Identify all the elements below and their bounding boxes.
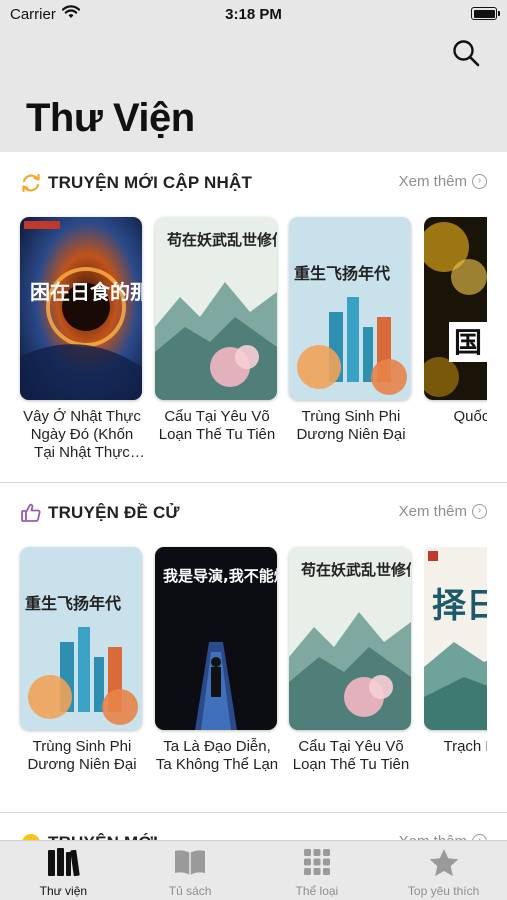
- svg-text:我是导演,我不能烂: 我是导演,我不能烂: [163, 567, 277, 585]
- svg-text:重生飞扬年代: 重生飞扬年代: [25, 594, 121, 613]
- page-title: Thư Viện: [26, 96, 195, 140]
- book-title: Ta Là Đạo Diễn, Ta Không Thể Lạn: [155, 738, 279, 773]
- tab-library[interactable]: Thư viện: [0, 841, 127, 900]
- book-cover: 重生飞扬年代: [289, 217, 411, 400]
- svg-text:苟在妖武乱世修仙: 苟在妖武乱世修仙: [300, 561, 411, 579]
- chevron-right-icon: ›: [472, 174, 487, 189]
- book-card[interactable]: 苟在妖武乱世修仙 Cẩu Tại Yêu Võ Loạn Thế Tu Tiên: [289, 547, 413, 774]
- chevron-right-icon: ›: [472, 504, 487, 519]
- tab-label: Tủ sách: [168, 884, 212, 898]
- library-icon: [48, 848, 81, 877]
- svg-text:国: 国: [454, 326, 482, 359]
- tab-top-favorites[interactable]: Top yêu thích: [380, 841, 507, 900]
- see-more-label: Xem thêm: [398, 173, 467, 190]
- svg-text:苟在妖武乱世修仙: 苟在妖武乱世修仙: [166, 231, 277, 249]
- book-card[interactable]: 苟在妖武乱世修仙 Cẩu Tại Yêu Võ Loạn Thế Tu Tiên: [155, 217, 279, 444]
- book-cover: 我是导演,我不能烂: [155, 547, 277, 730]
- see-more-label: Xem thêm: [398, 503, 467, 520]
- star-icon: [429, 849, 458, 877]
- section-title: TRUYỆN MỚI CẬP NHẬT: [48, 173, 253, 192]
- book-cover: 择日: [424, 547, 487, 730]
- see-more-link[interactable]: Xem thêm ›: [399, 173, 487, 190]
- thumbs-up-icon: [21, 503, 41, 522]
- section-title: TRUYỆN ĐỀ CỬ: [48, 503, 180, 522]
- navigation-header: Carrier 3:18 PM Thư Viện: [0, 0, 507, 152]
- book-cover: 苟在妖武乱世修仙: [289, 547, 411, 730]
- svg-text:重生飞扬年代: 重生飞扬年代: [294, 264, 390, 283]
- book-cover: 苟在妖武乱世修仙: [155, 217, 277, 400]
- section-header: TRUYỆN ĐỀ CỬ Xem thêm ›: [20, 498, 487, 528]
- tab-bar: Thư viện Tủ sách Thể loại Top yêu thích: [0, 840, 507, 900]
- tab-categories[interactable]: Thể loại: [254, 841, 381, 900]
- battery-icon: [471, 7, 500, 20]
- book-cover: 困在日食的那一天: [20, 217, 142, 400]
- book-card[interactable]: 重生飞扬年代 Trùng Sinh Phi Dương Niên Đại: [289, 217, 413, 444]
- refresh-icon: [22, 173, 40, 193]
- book-card[interactable]: 困在日食的那一天 Vây Ở Nhật Thực Ngày Đó (Khốn T…: [20, 217, 144, 462]
- see-more-link[interactable]: Xem thêm ›: [399, 503, 487, 520]
- svg-text:困在日食的那一天: 困在日食的那一天: [30, 280, 142, 304]
- search-icon[interactable]: [451, 38, 481, 68]
- status-bar: Carrier 3:18 PM: [0, 0, 507, 28]
- book-icon: [175, 850, 206, 875]
- book-card[interactable]: 择日 Trạch Phi Th: [424, 547, 487, 756]
- book-title: Trạch Phi Th: [443, 738, 487, 755]
- svg-text:择日: 择日: [432, 586, 487, 626]
- tab-label: Thư viện: [39, 884, 88, 898]
- section-new-updates: TRUYỆN MỚI CẬP NHẬT Xem thêm › 困在日食的那 Vâ…: [0, 168, 507, 478]
- book-title: Quốc 198: [453, 408, 487, 425]
- book-card[interactable]: 国 Quốc 198: [424, 217, 487, 426]
- book-title: Trùng Sinh Phi Dương Niên Đại: [296, 408, 406, 443]
- book-title: Cẩu Tại Yêu Võ Loạn Thế Tu Tiên: [292, 738, 410, 773]
- section-header: TRUYỆN MỚI CẬP NHẬT Xem thêm ›: [20, 168, 487, 198]
- clock: 3:18 PM: [225, 6, 282, 23]
- book-card[interactable]: 我是导演,我不能烂 Ta Là Đạo Diễn, Ta Không Thể L…: [155, 547, 279, 774]
- tab-bookshelf[interactable]: Tủ sách: [127, 841, 254, 900]
- book-cover: 国: [424, 217, 487, 400]
- tab-label: Top yêu thích: [407, 884, 480, 898]
- tab-label: Thể loại: [295, 884, 339, 898]
- book-title: Vây Ở Nhật Thực Ngày Đó (Khốn Tại Nhật T…: [23, 408, 141, 461]
- book-title: Trùng Sinh Phi Dương Niên Đại: [27, 738, 137, 773]
- grid-icon: [303, 849, 330, 875]
- section-recommended: TRUYỆN ĐỀ CỬ Xem thêm › 重生飞扬年代 Trùng Sin…: [0, 498, 507, 808]
- section-divider: [0, 812, 507, 813]
- book-title: Cẩu Tại Yêu Võ Loạn Thế Tu Tiên: [158, 408, 276, 443]
- section-divider: [0, 482, 507, 483]
- book-cover: 重生飞扬年代: [20, 547, 142, 730]
- book-card[interactable]: 重生飞扬年代 Trùng Sinh Phi Dương Niên Đại: [20, 547, 144, 774]
